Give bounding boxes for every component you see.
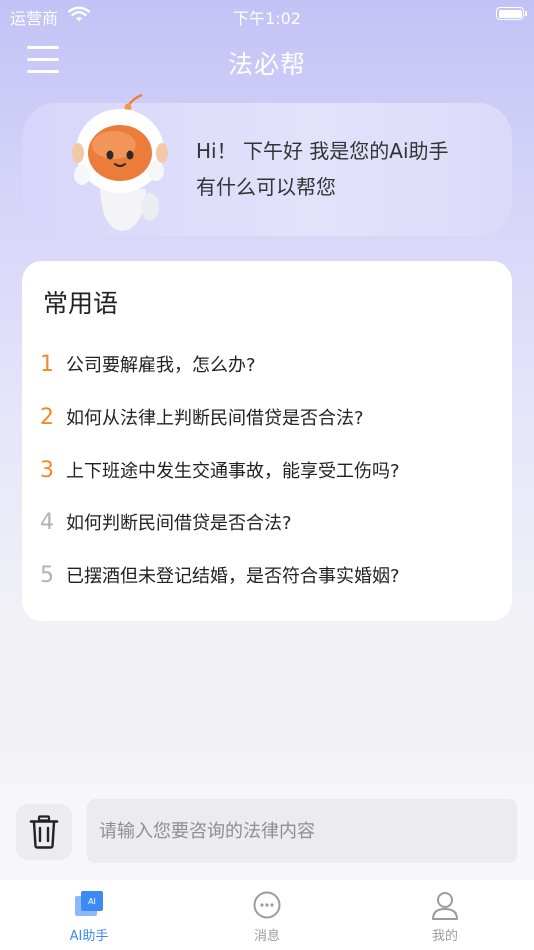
greeting-text: Hi！ 下午好 我是您的Ai助手	[196, 139, 449, 163]
phrase-item[interactable]: 3 上下班途中发生交通事故，能享受工伤吗?	[40, 453, 500, 487]
tab-label: 我的	[431, 929, 458, 944]
phrase-number: 1	[40, 351, 54, 377]
common-phrases-title: 常用语	[43, 289, 119, 318]
tab-bar: AI AI助手 消息 我的	[0, 880, 534, 950]
greeting-subtext: 有什么可以帮您	[196, 175, 336, 199]
phrase-number: 2	[40, 404, 54, 430]
robot-mascot-icon	[72, 93, 168, 231]
message-bubble-icon	[253, 891, 281, 919]
battery-icon	[496, 7, 527, 20]
common-phrases-card: 常用语 1 公司要解雇我，怎么办? 2 如何从法律上判断民间借贷是否合法? 3 …	[22, 261, 512, 621]
phrase-text: 公司要解雇我，怎么办?	[66, 355, 256, 376]
phrase-item[interactable]: 4 如何判断民间借贷是否合法?	[40, 505, 500, 539]
phrase-text: 上下班途中发生交通事故，能享受工伤吗?	[66, 461, 400, 482]
trash-icon	[29, 815, 59, 849]
tab-profile[interactable]: 我的	[356, 880, 534, 950]
phrase-text: 如何从法律上判断民间借贷是否合法?	[66, 408, 364, 429]
tab-ai-assistant[interactable]: AI AI助手	[0, 880, 178, 950]
phrase-number: 4	[40, 509, 54, 535]
phrase-number: 5	[40, 562, 54, 588]
person-icon	[432, 892, 458, 920]
page-title: 法必帮	[227, 50, 306, 79]
legal-query-input[interactable]	[87, 799, 517, 863]
greeting-card: Hi！ 下午好 我是您的Ai助手 有什么可以帮您	[22, 93, 512, 236]
tab-label: 消息	[253, 929, 280, 944]
svg-text:AI: AI	[88, 897, 96, 906]
tab-messages[interactable]: 消息	[178, 880, 356, 950]
phrase-number: 3	[40, 457, 54, 483]
clock: 下午1:02	[233, 9, 301, 28]
phrase-item[interactable]: 1 公司要解雇我，怎么办?	[40, 347, 500, 381]
tab-label: AI助手	[69, 929, 109, 944]
clear-chat-button[interactable]	[16, 804, 72, 860]
phrase-text: 如何判断民间借贷是否合法?	[66, 513, 292, 534]
phrase-text: 已摆酒但未登记结婚，是否符合事实婚姻?	[66, 566, 400, 587]
ai-assistant-icon: AI	[75, 891, 103, 916]
status-bar: 运营商 下午1:02	[0, 0, 534, 30]
input-bar	[0, 785, 534, 880]
phrase-item[interactable]: 5 已摆酒但未登记结婚，是否符合事实婚姻?	[40, 558, 500, 592]
phrase-item[interactable]: 2 如何从法律上判断民间借贷是否合法?	[40, 400, 500, 434]
